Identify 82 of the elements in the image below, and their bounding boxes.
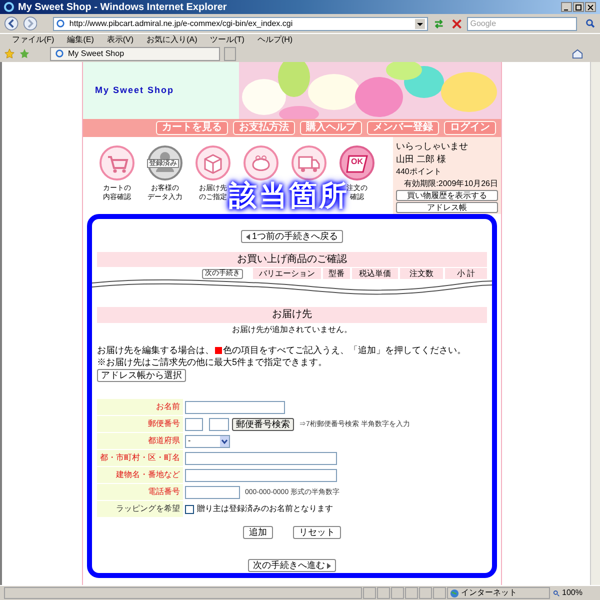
instruction-text: 色の項目をすべてご記入うえ、「追加」を押してください。 [223,344,466,356]
back-icon[interactable] [4,16,19,31]
zoom-control[interactable]: 100% [551,587,597,599]
points-text: 440ポイント [396,166,442,177]
field-label-cell: 電話番号 [97,484,183,500]
menu-item[interactable]: ツール(T) [210,34,244,46]
field-label-cell: 都・市町村・区・町名 [97,450,183,466]
wrapping-checkbox[interactable] [185,504,194,514]
zip-input[interactable] [209,418,229,430]
text-input[interactable] [185,452,337,464]
minimize-button[interactable] [561,2,572,12]
star-icon[interactable] [4,48,15,59]
field-label-cell: 都道府県 [97,433,183,449]
dropdown-icon [220,436,229,446]
sidebar-button[interactable]: 買い物履歴を表示する [396,190,498,201]
menu-item[interactable]: ヘルプ(H) [257,34,293,46]
window-title: My Sweet Shop - Windows Internet Explorer [18,0,227,14]
instruction-text: お届け先を編集する場合は、 [97,344,214,356]
page-icon [56,19,66,28]
sidebar-button[interactable]: アドレス帳 [396,202,498,213]
text-input[interactable] [185,400,285,414]
next-step-button[interactable]: 次の手続きへ進む [248,559,336,572]
text-input[interactable] [185,468,337,482]
section-header: お買い上げ商品のご確認 [97,252,487,267]
field-label-cell: 郵便番号 [97,416,183,432]
home-icon[interactable] [571,48,584,59]
ok-mark: OK [351,158,363,166]
checkbox-label: 贈り主は登録済みのお名前となります [197,505,333,513]
zip-search-button[interactable]: 郵便番号検索 [232,418,294,430]
triangle-right-icon [327,562,331,568]
expiry-text: 有効期限:2009年10月26日 [403,178,498,189]
maximize-button[interactable] [573,2,584,12]
menu-item[interactable]: ファイル(F) [12,34,54,46]
close-button[interactable] [585,2,596,12]
field-label-cell: お名前 [97,399,183,415]
status-pane [377,587,390,599]
reset-button[interactable]: リセット [293,526,341,539]
page-icon [55,49,64,58]
shop-logo[interactable]: My Sweet Shop [95,84,174,98]
section-header: お届け先 [97,307,487,323]
field-label-cell: ラッピングを希望 [97,501,183,517]
note-text: ※お届け先はご請求先の他に最大5件まで指定できます。 [96,356,328,368]
forward-icon[interactable] [22,16,38,31]
browser-tab[interactable]: My Sweet Shop [50,46,220,60]
column-header: 小 計 [445,268,487,279]
back-step-button[interactable]: 1つ前の手続きへ戻る [240,230,343,243]
prefecture-select[interactable]: - [185,434,230,448]
stop-icon[interactable] [450,16,464,30]
column-header: 税込単価 [352,268,398,279]
menu-item[interactable]: 編集(E) [67,34,94,46]
zoom-icon [553,590,560,596]
required-color-swatch [215,346,222,354]
status-pane: インターネット [447,587,550,599]
add-button[interactable]: 追加 [243,526,273,539]
zip-input[interactable] [185,418,203,430]
globe-icon [450,588,459,598]
status-pane [391,587,404,599]
maximize-icon [575,4,582,10]
text-input[interactable] [185,486,240,498]
empty-message: お届け先が追加されていません。 [232,324,352,335]
triangle-left-icon [246,234,250,240]
field-label-cell: 建物名・番地など [97,467,183,483]
member-name: 山田 二郎 様 [396,153,448,165]
status-pane [419,587,432,599]
column-header: バリエーション [253,268,321,279]
address-book-button[interactable]: アドレス帳から選択 [97,369,186,382]
add-favorite-icon[interactable] [19,48,30,59]
close-icon [587,4,594,10]
new-tab-button[interactable] [224,46,236,60]
column-header: 注文数 [400,268,443,279]
search-field[interactable]: Google [467,16,578,30]
browser-logo-icon [4,2,14,12]
column-header: 型番 [323,268,350,279]
menu-item[interactable]: 表示(V) [106,34,134,46]
address-field[interactable]: http://www.pibcart.admiral.ne.jp/e-commex/cgi-bin/ex_index.cgi [53,16,428,30]
scrollbar[interactable] [590,62,600,585]
search-icon[interactable] [585,18,596,29]
status-pane [405,587,418,599]
dropdown-icon[interactable] [414,18,425,28]
status-pane [433,587,446,599]
menu-item[interactable]: お気に入り(A) [146,34,198,46]
greeting-text: いらっしゃいませ [396,140,469,152]
